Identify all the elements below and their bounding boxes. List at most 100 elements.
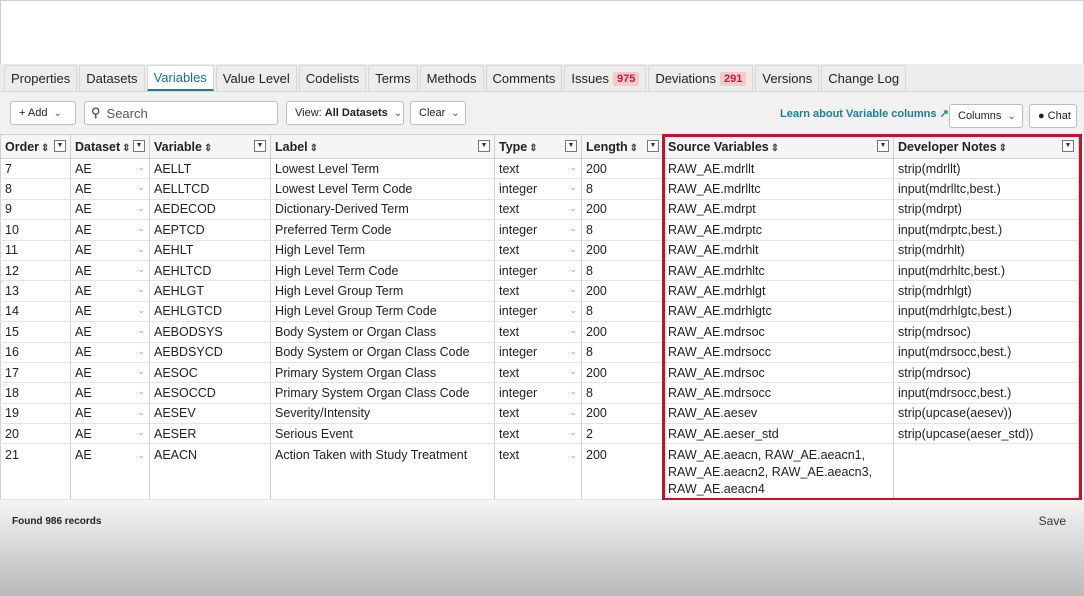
table-row[interactable]: 20 AE ⌄ AESER Serious Event text ⌄ 2 RAW_AE.aese… bbox=[0, 423, 1079, 445]
col-header-length[interactable]: Length ⇕ ▼ bbox=[581, 134, 664, 159]
cell-length[interactable]: 8 bbox=[581, 342, 664, 363]
cell-variable[interactable]: AEHLGT bbox=[149, 280, 271, 302]
col-header-type[interactable]: Type ⇕ ▼ bbox=[494, 134, 582, 159]
chevron-down-icon[interactable]: ⌄ bbox=[137, 366, 145, 377]
cell-source-variables[interactable]: RAW_AE.mdrsocc bbox=[663, 382, 894, 404]
cell-length[interactable]: 2 bbox=[581, 423, 664, 445]
cell-source-variables[interactable]: RAW_AE.aeacn, RAW_AE.aeacn1, RAW_AE.aeac… bbox=[663, 443, 894, 500]
cell-source-variables[interactable]: RAW_AE.mdrhlt bbox=[663, 240, 894, 261]
tab-datasets[interactable]: Datasets bbox=[79, 65, 145, 91]
tab-codelists[interactable]: Codelists bbox=[298, 65, 367, 91]
cell-length[interactable]: 8 bbox=[581, 178, 664, 200]
chevron-down-icon[interactable]: ⌄ bbox=[137, 325, 145, 336]
tab-value-level[interactable]: Value Level bbox=[215, 65, 297, 91]
cell-type[interactable]: text ⌄ bbox=[494, 443, 582, 500]
cell-dataset[interactable]: AE ⌄ bbox=[70, 178, 150, 200]
cell-order[interactable]: 11 bbox=[0, 240, 71, 261]
filter-icon[interactable]: ▼ bbox=[478, 140, 490, 152]
chevron-down-icon[interactable]: ⌄ bbox=[569, 244, 577, 255]
cell-label[interactable]: High Level Group Term bbox=[270, 280, 495, 302]
cell-developer-notes[interactable] bbox=[893, 443, 1079, 500]
table-row[interactable]: 10 AE ⌄ AEPTCD Preferred Term Code integer ⌄ 8 R… bbox=[0, 219, 1079, 241]
cell-variable[interactable]: AELLT bbox=[149, 158, 271, 180]
cell-order[interactable]: 14 bbox=[0, 301, 71, 323]
cell-variable[interactable]: AESER bbox=[149, 423, 271, 445]
cell-source-variables[interactable]: RAW_AE.mdrptc bbox=[663, 219, 894, 241]
chat-button[interactable]: ● Chat bbox=[1029, 104, 1077, 128]
view-select[interactable]: View: All Datasets ⌄ bbox=[286, 101, 404, 125]
sort-icon[interactable]: ⇕ bbox=[630, 143, 638, 154]
chevron-down-icon[interactable]: ⌄ bbox=[137, 223, 145, 234]
cell-developer-notes[interactable]: strip(mdrllt) bbox=[893, 158, 1079, 180]
chevron-down-icon[interactable]: ⌄ bbox=[137, 203, 145, 214]
tab-variables[interactable]: Variables bbox=[146, 65, 214, 91]
cell-dataset[interactable]: AE ⌄ bbox=[70, 382, 150, 404]
cell-dataset[interactable]: AE ⌄ bbox=[70, 301, 150, 323]
cell-variable[interactable]: AEHLTCD bbox=[149, 260, 271, 282]
cell-label[interactable]: Body System or Organ Class Code bbox=[270, 342, 495, 363]
col-header-source-variables[interactable]: Source Variables ⇕ ▼ bbox=[663, 134, 894, 159]
cell-type[interactable]: integer ⌄ bbox=[494, 178, 582, 200]
cell-variable[interactable]: AEHLGTCD bbox=[149, 301, 271, 323]
chevron-down-icon[interactable]: ⌄ bbox=[569, 284, 577, 295]
add-button[interactable]: + Add ⌄ bbox=[10, 101, 76, 125]
cell-source-variables[interactable]: RAW_AE.mdrpt bbox=[663, 199, 894, 221]
cell-developer-notes[interactable]: strip(mdrhlt) bbox=[893, 240, 1079, 261]
cell-source-variables[interactable]: RAW_AE.mdrlltc bbox=[663, 178, 894, 200]
tab-versions[interactable]: Versions bbox=[755, 65, 820, 91]
cell-label[interactable]: Severity/Intensity bbox=[270, 403, 495, 425]
cell-length[interactable]: 200 bbox=[581, 199, 664, 221]
cell-dataset[interactable]: AE ⌄ bbox=[70, 260, 150, 282]
chevron-down-icon[interactable]: ⌄ bbox=[137, 284, 145, 295]
cell-length[interactable]: 200 bbox=[581, 403, 664, 425]
col-header-label[interactable]: Label ⇕ ▼ bbox=[270, 134, 495, 159]
cell-type[interactable]: text ⌄ bbox=[494, 280, 582, 302]
cell-length[interactable]: 200 bbox=[581, 443, 664, 500]
cell-variable[interactable]: AEBDSYCD bbox=[149, 342, 271, 363]
cell-type[interactable]: text ⌄ bbox=[494, 199, 582, 221]
cell-type[interactable]: text ⌄ bbox=[494, 362, 582, 384]
learn-variable-columns-link[interactable]: Learn about Variable columns ↗ bbox=[780, 107, 949, 120]
cell-order[interactable]: 17 bbox=[0, 362, 71, 384]
chevron-down-icon[interactable]: ⌄ bbox=[569, 223, 577, 234]
filter-icon[interactable]: ▼ bbox=[54, 140, 66, 152]
columns-button[interactable]: Columns ⌄ bbox=[949, 104, 1023, 128]
cell-dataset[interactable]: AE ⌄ bbox=[70, 321, 150, 343]
cell-type[interactable]: text ⌄ bbox=[494, 321, 582, 343]
cell-type[interactable]: integer ⌄ bbox=[494, 219, 582, 241]
cell-dataset[interactable]: AE ⌄ bbox=[70, 403, 150, 425]
filter-icon[interactable]: ▼ bbox=[1062, 140, 1074, 152]
chevron-down-icon[interactable]: ⌄ bbox=[569, 366, 577, 377]
cell-order[interactable]: 16 bbox=[0, 342, 71, 363]
cell-length[interactable]: 200 bbox=[581, 321, 664, 343]
chevron-down-icon[interactable]: ⌄ bbox=[137, 305, 145, 316]
tab-comments[interactable]: Comments bbox=[485, 65, 563, 91]
col-header-dataset[interactable]: Dataset ⇕ ▼ bbox=[70, 134, 150, 159]
cell-dataset[interactable]: AE ⌄ bbox=[70, 219, 150, 241]
chevron-down-icon[interactable]: ⌄ bbox=[569, 407, 577, 418]
cell-length[interactable]: 8 bbox=[581, 382, 664, 404]
chevron-down-icon[interactable]: ⌄ bbox=[137, 407, 145, 418]
cell-variable[interactable]: AEACN bbox=[149, 443, 271, 500]
table-row[interactable]: 15 AE ⌄ AEBODSYS Body System or Organ Class t… bbox=[0, 321, 1079, 343]
chevron-down-icon[interactable]: ⌄ bbox=[569, 182, 577, 193]
filter-icon[interactable]: ▼ bbox=[133, 140, 145, 152]
cell-source-variables[interactable]: RAW_AE.mdrllt bbox=[663, 158, 894, 180]
table-row[interactable]: 21 AE ⌄ AEACN Action Taken with Study Treatm… bbox=[0, 443, 1079, 500]
cell-order[interactable]: 12 bbox=[0, 260, 71, 282]
cell-source-variables[interactable]: RAW_AE.mdrsoc bbox=[663, 362, 894, 384]
cell-length[interactable]: 200 bbox=[581, 280, 664, 302]
cell-variable[interactable]: AESOCCD bbox=[149, 382, 271, 404]
cell-length[interactable]: 8 bbox=[581, 301, 664, 323]
cell-type[interactable]: integer ⌄ bbox=[494, 260, 582, 282]
table-row[interactable]: 14 AE ⌄ AEHLGTCD High Level Group Term Code i… bbox=[0, 301, 1079, 323]
cell-label[interactable]: Action Taken with Study Treatment bbox=[270, 443, 495, 500]
chevron-down-icon[interactable]: ⌄ bbox=[569, 427, 577, 438]
chevron-down-icon[interactable]: ⌄ bbox=[137, 447, 145, 464]
sort-icon[interactable]: ⇕ bbox=[310, 143, 318, 154]
table-row[interactable]: 16 AE ⌄ AEBDSYCD Body System or Organ Class … bbox=[0, 342, 1079, 363]
chevron-down-icon[interactable]: ⌄ bbox=[569, 447, 577, 464]
cell-source-variables[interactable]: RAW_AE.aesev bbox=[663, 403, 894, 425]
cell-source-variables[interactable]: RAW_AE.mdrhlgtc bbox=[663, 301, 894, 323]
cell-dataset[interactable]: AE ⌄ bbox=[70, 362, 150, 384]
